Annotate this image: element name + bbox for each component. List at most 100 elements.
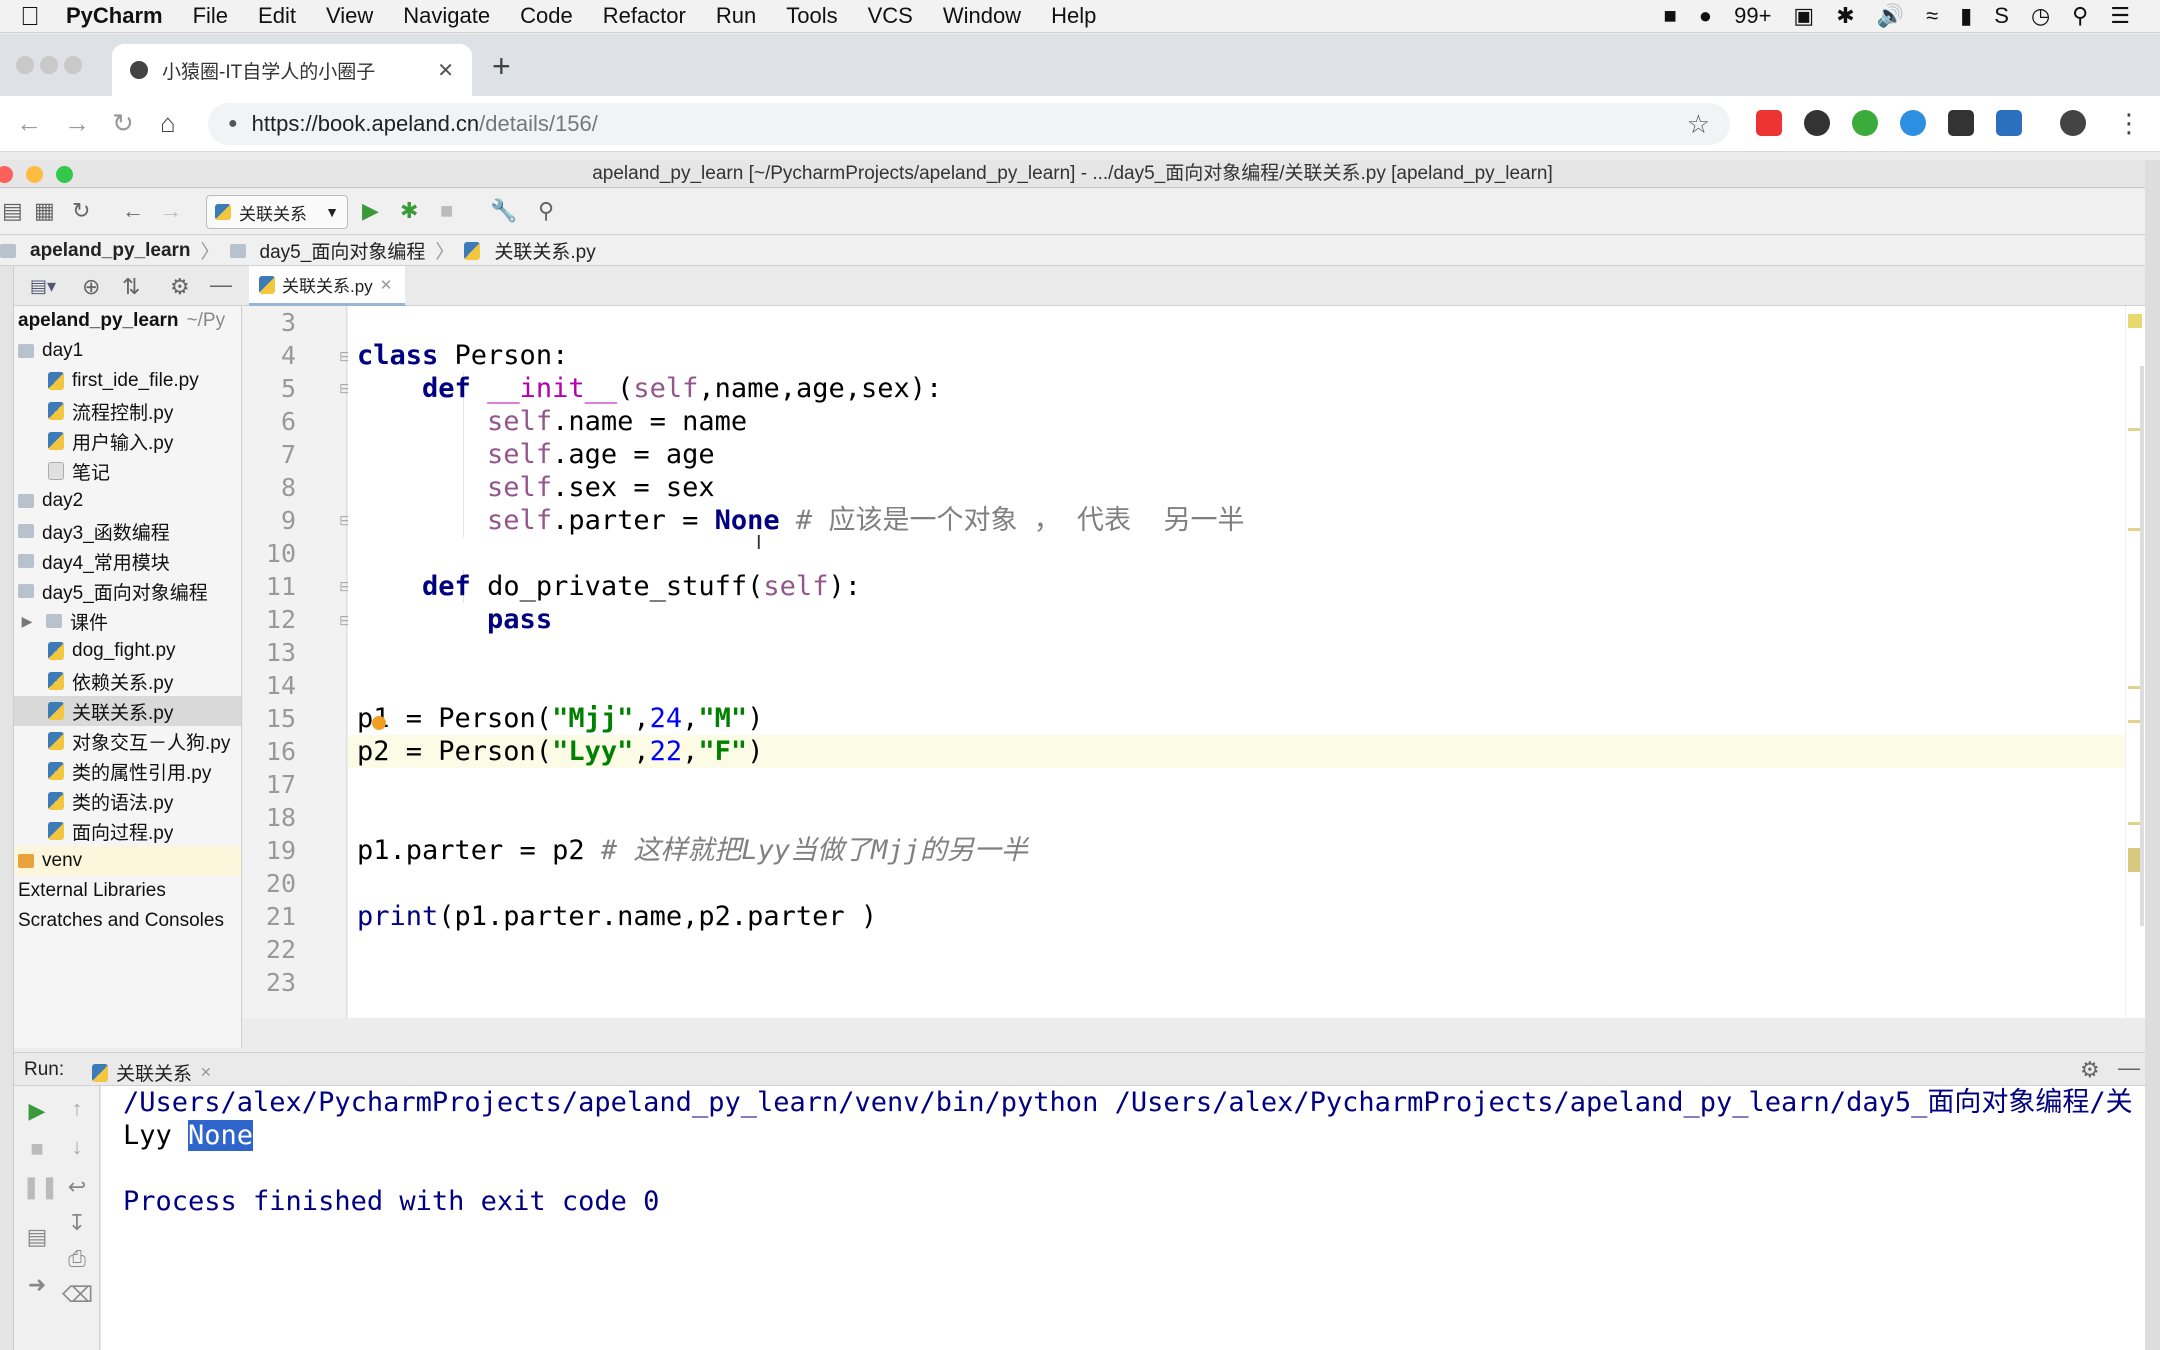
- scroll-down-icon[interactable]: ↓: [62, 1134, 92, 1160]
- search-icon[interactable]: ⚲: [538, 198, 554, 224]
- menu-vcs[interactable]: VCS: [853, 3, 928, 29]
- tree-item-file[interactable]: 流程控制.py: [14, 396, 241, 426]
- evernote-icon[interactable]: ■: [1664, 3, 1677, 29]
- editor-scrollbar-thumb[interactable]: [2140, 366, 2144, 926]
- close-tab-icon[interactable]: ✕: [437, 58, 454, 83]
- tree-item-file-selected[interactable]: 关联关系.py: [14, 696, 241, 726]
- locate-icon[interactable]: ⊕: [82, 274, 100, 300]
- tree-item-file[interactable]: 面向过程.py: [14, 816, 241, 846]
- screen-record-icon[interactable]: ▣: [1793, 3, 1814, 29]
- code-editor[interactable]: class Person: def __init__(self,name,age…: [348, 306, 2145, 1018]
- clock-icon[interactable]: ◷: [2031, 3, 2050, 29]
- hide-run-panel-icon[interactable]: —: [2118, 1055, 2140, 1081]
- layout-icon[interactable]: ▤: [22, 1224, 52, 1250]
- error-stripe[interactable]: [2125, 306, 2145, 1018]
- close-run-tab-icon[interactable]: ✕: [200, 1064, 212, 1081]
- rerun-icon[interactable]: ▶: [22, 1098, 52, 1124]
- stop-icon[interactable]: ■: [440, 198, 453, 224]
- debug-icon[interactable]: ✱: [400, 198, 418, 224]
- run-settings-gear-icon[interactable]: ⚙: [2080, 1057, 2100, 1083]
- evernote-extension-icon[interactable]: [1852, 110, 1878, 136]
- breadcrumb-project[interactable]: apeland_py_learn: [0, 240, 201, 262]
- menu-edit[interactable]: Edit: [243, 3, 311, 29]
- tree-item-file[interactable]: first_ide_file.py: [14, 366, 241, 396]
- menu-tools[interactable]: Tools: [771, 3, 852, 29]
- menu-code[interactable]: Code: [505, 3, 588, 29]
- url-field[interactable]: ● https://book.apeland.cn/details/156/ ☆: [208, 103, 1730, 145]
- tree-item-file[interactable]: 类的语法.py: [14, 786, 241, 816]
- qq-icon[interactable]: ●: [1699, 3, 1712, 29]
- translate-extension-icon[interactable]: [1996, 110, 2022, 136]
- browser-minimize-dot[interactable]: [40, 56, 58, 74]
- extension-terminal-icon[interactable]: [1948, 110, 1974, 136]
- trash-icon[interactable]: ⌫: [62, 1282, 93, 1308]
- editor-tab-active[interactable]: 关联关系.py ✕: [249, 266, 405, 306]
- apple-icon[interactable]: : [0, 1, 60, 32]
- open-folder-icon[interactable]: ▤: [2, 198, 23, 224]
- project-view-selector-icon[interactable]: ▤▾: [30, 276, 56, 297]
- run-console[interactable]: /Users/alex/PycharmProjects/apeland_py_l…: [101, 1086, 2145, 1350]
- wifi-icon[interactable]: ≈: [1926, 3, 1938, 29]
- tree-item-venv[interactable]: venv: [14, 846, 241, 876]
- intention-bulb-icon[interactable]: [372, 716, 386, 730]
- tree-item-file[interactable]: 笔记: [14, 456, 241, 486]
- run-icon[interactable]: ▶: [362, 198, 379, 224]
- browser-close-dot[interactable]: [16, 56, 34, 74]
- tree-item-file[interactable]: 依赖关系.py: [14, 666, 241, 696]
- tree-item-folder[interactable]: day3_函数编程: [14, 516, 241, 546]
- close-tab-icon[interactable]: ✕: [380, 276, 393, 294]
- chevron-right-icon[interactable]: ▶: [16, 613, 38, 630]
- tree-item-root[interactable]: apeland_py_learn ~/Py: [14, 306, 241, 336]
- menu-view[interactable]: View: [311, 3, 388, 29]
- extension-fe-icon[interactable]: [1756, 110, 1782, 136]
- back-arrow-icon[interactable]: ←: [16, 108, 42, 139]
- extension-pulse-icon[interactable]: [1900, 110, 1926, 136]
- tree-item-folder[interactable]: ▶ 课件: [14, 606, 241, 636]
- profile-avatar-icon[interactable]: [2060, 110, 2086, 136]
- stop-run-icon[interactable]: ■: [22, 1136, 52, 1162]
- bookmark-star-icon[interactable]: ☆: [1687, 109, 1710, 140]
- menu-file[interactable]: File: [178, 3, 243, 29]
- menu-navigate[interactable]: Navigate: [388, 3, 505, 29]
- battery-icon[interactable]: ▮: [1960, 3, 1972, 29]
- window-close-button[interactable]: [0, 166, 13, 183]
- inspection-status-icon[interactable]: [2128, 314, 2142, 328]
- bluetooth-icon[interactable]: ✱: [1836, 3, 1854, 29]
- collapse-all-icon[interactable]: ⇅: [122, 274, 140, 300]
- print-icon[interactable]: ⎙: [62, 1246, 92, 1272]
- tree-item-folder[interactable]: day5_面向对象编程: [14, 576, 241, 606]
- forward-arrow-icon[interactable]: →: [64, 108, 90, 139]
- forward-icon[interactable]: →: [160, 198, 182, 224]
- browser-tab[interactable]: 小猿圈-IT自学人的小圈子 ✕: [112, 44, 472, 96]
- tree-item-file[interactable]: 类的属性引用.py: [14, 756, 241, 786]
- pause-icon[interactable]: ❚❚: [22, 1174, 59, 1200]
- menu-refactor[interactable]: Refactor: [588, 3, 701, 29]
- new-tab-icon[interactable]: +: [492, 48, 511, 85]
- tree-item-file[interactable]: 用户输入.py: [14, 426, 241, 456]
- breadcrumb-file[interactable]: 关联关系.py: [464, 237, 605, 264]
- left-tool-window-stripe[interactable]: [0, 266, 14, 1350]
- tree-item-file[interactable]: dog_fight.py: [14, 636, 241, 666]
- control-center-icon[interactable]: ☰: [2110, 3, 2130, 29]
- run-tab[interactable]: 关联关系 ✕: [92, 1059, 212, 1086]
- tree-item-folder[interactable]: day1: [14, 336, 241, 366]
- notification-badge[interactable]: 99+: [1734, 3, 1771, 29]
- scroll-up-icon[interactable]: ↑: [62, 1096, 92, 1122]
- pin-icon[interactable]: ➜: [22, 1272, 52, 1298]
- right-tool-window-stripe[interactable]: [2145, 160, 2160, 1350]
- menu-app-pycharm[interactable]: PyCharm: [60, 3, 178, 29]
- breadcrumb-folder[interactable]: day5_面向对象编程: [229, 237, 436, 264]
- run-configuration-select[interactable]: 关联关系 ▼: [206, 195, 348, 229]
- tree-item-folder[interactable]: day2: [14, 486, 241, 516]
- spotlight-search-icon[interactable]: ⚲: [2072, 3, 2088, 29]
- home-icon[interactable]: ⌂: [160, 108, 176, 139]
- scroll-to-end-icon[interactable]: ↧: [62, 1210, 92, 1236]
- hide-panel-icon[interactable]: —: [210, 272, 232, 298]
- save-icon[interactable]: ▦: [34, 198, 55, 224]
- menu-run[interactable]: Run: [701, 3, 771, 29]
- menu-window[interactable]: Window: [928, 3, 1036, 29]
- settings-wrench-icon[interactable]: 🔧: [490, 198, 517, 224]
- s-app-icon[interactable]: S: [1994, 3, 2009, 29]
- gear-icon[interactable]: ⚙: [170, 274, 190, 300]
- soft-wrap-icon[interactable]: ↩: [62, 1174, 92, 1200]
